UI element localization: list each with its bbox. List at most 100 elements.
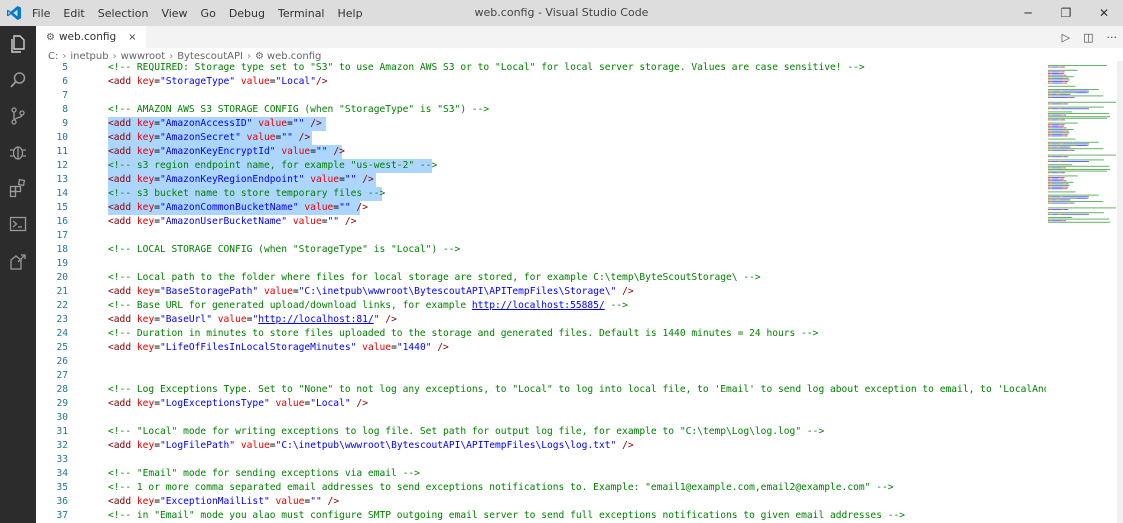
editor-actions: ▷ ◫ ··· [1049, 26, 1117, 48]
minimap-stroke [1052, 220, 1061, 222]
code-editor[interactable]: 5 <!-- REQUIRED: Storage type set to "S3"… [36, 61, 1046, 523]
code-line[interactable]: 13 <add key="AmazonKeyRegionEndpoint" val… [36, 173, 373, 187]
minimap-stroke [1050, 125, 1052, 127]
code-token: "BaseStoragePath" [160, 286, 259, 297]
minimap-stroke [1052, 93, 1057, 95]
minimap-stroke [1066, 135, 1068, 137]
code-line[interactable]: 29 <add key="LogExceptionsType" value="Lo… [36, 397, 368, 411]
minimap[interactable] [1046, 61, 1123, 261]
close-tab-icon[interactable]: × [128, 32, 136, 43]
run-icon[interactable]: ▷ [1062, 31, 1070, 44]
code-line[interactable]: 19 [36, 257, 68, 271]
minimap-stroke [1048, 167, 1051, 169]
code-token: <!-- "Email" mode for sending exceptions… [108, 468, 420, 479]
minimap-stroke [1062, 135, 1065, 137]
tab-web-config[interactable]: ⚙ web.config × [36, 26, 146, 48]
code-line[interactable]: 34 <!-- "Email" mode for sending exceptio… [36, 467, 419, 481]
menu-bar: File Edit Selection View Go Debug Termin… [32, 0, 376, 26]
minimap-stroke [1050, 66, 1052, 68]
code-line[interactable]: 31 <!-- "Local" mode for writing exceptio… [36, 425, 824, 439]
code-line[interactable]: 6 <add key="StorageType" value="Local"/> [36, 75, 327, 89]
close-window-button[interactable]: ✕ [1085, 0, 1123, 26]
minimap-stroke [1059, 93, 1069, 95]
minimap-stroke [1050, 143, 1052, 145]
minimap-stroke [1052, 133, 1063, 135]
minimap-stroke [1052, 114, 1061, 116]
code-line[interactable]: 17 [36, 229, 68, 243]
code-line[interactable]: 9 <add key="AmazonAccessID" value="" /> [36, 117, 322, 131]
menu-debug[interactable]: Debug [229, 7, 265, 20]
code-line[interactable]: 20 <!-- Local path to the folder where fi… [36, 271, 760, 285]
split-editor-icon[interactable]: ◫ [1083, 31, 1093, 44]
code-line[interactable]: 21 <add key="BaseStoragePath" value="C:\i… [36, 285, 633, 299]
code-line[interactable]: 25 <add key="LifeOfFilesInLocalStorageMin… [36, 341, 448, 355]
minimap-stroke [1061, 125, 1063, 127]
menu-view[interactable]: View [161, 7, 187, 20]
code-line[interactable]: 23 <add key="BaseUrl" value="http://local… [36, 313, 396, 327]
menu-file[interactable]: File [32, 7, 50, 20]
minimap-stroke [1048, 180, 1051, 182]
minimap-stroke [1065, 82, 1066, 84]
code-token: value [275, 496, 305, 507]
more-actions-icon[interactable]: ··· [1107, 31, 1118, 44]
minimap-stroke [1052, 125, 1059, 127]
minimap-stroke [1059, 199, 1069, 201]
menu-edit[interactable]: Edit [63, 7, 84, 20]
code-line[interactable]: 37 <!-- in "Email" mode you alao must con… [36, 509, 905, 523]
remote-icon[interactable] [8, 252, 28, 272]
debug-icon[interactable] [8, 142, 28, 162]
code-line[interactable]: 22 <!-- Base URL for generated upload/dow… [36, 299, 627, 313]
code-line[interactable]: 27 [36, 369, 68, 383]
menu-selection[interactable]: Selection [98, 7, 149, 20]
code-line[interactable]: 26 [36, 355, 68, 369]
menu-help[interactable]: Help [338, 7, 363, 20]
code-line[interactable]: 7 [36, 89, 68, 103]
vertical-scrollbar[interactable] [1117, 61, 1123, 523]
minimap-stroke [1067, 130, 1069, 132]
code-token: /> [315, 76, 328, 87]
code-line[interactable]: 33 [36, 453, 68, 467]
line-number: 13 [56, 174, 68, 185]
minimap-stroke [1048, 106, 1104, 108]
minimize-button[interactable]: ─ [1009, 0, 1047, 26]
code-line[interactable]: 8 <!-- AMAZON AWS S3 STORAGE CONFIG (when… [36, 103, 489, 117]
restore-button[interactable]: ❐ [1047, 0, 1085, 26]
minimap-stroke [1048, 221, 1111, 223]
code-token: "" [339, 202, 351, 213]
minimap-stroke [1048, 132, 1070, 134]
code-line[interactable]: 18 <!-- LOCAL STORAGE CONFIG (when "Stora… [36, 243, 460, 257]
code-line[interactable]: 5 <!-- REQUIRED: Storage type set to "S3"… [36, 61, 864, 75]
line-number: 10 [56, 132, 68, 143]
line-number: 22 [56, 300, 68, 311]
extensions-icon[interactable] [8, 178, 28, 198]
code-line[interactable]: 24 <!-- Duration in minutes to store file… [36, 327, 818, 341]
code-line[interactable]: 36 <add key="ExceptionMailList" value="" … [36, 495, 339, 509]
code-line[interactable]: 35 <!-- 1 or more comma separated email a… [36, 481, 893, 495]
minimap-stroke [1066, 133, 1069, 135]
minimap-stroke [1064, 127, 1066, 129]
line-number: 21 [56, 286, 68, 297]
code-line[interactable]: 30 [36, 411, 68, 425]
code-line[interactable]: 28 <!-- Log Exceptions Type. Set to "None… [36, 383, 1046, 397]
explorer-icon[interactable] [8, 34, 28, 54]
code-text: <!-- Local path to the folder where file… [108, 271, 761, 285]
minimap-stroke [1052, 81, 1063, 82]
code-line[interactable]: 12 <!-- s3 region endpoint name, for exam… [36, 159, 437, 173]
minimap-stroke [1050, 213, 1052, 215]
code-line[interactable]: 16 <add key="AmazonUserBucketName" value=… [36, 215, 356, 229]
code-token: "LogFilePath" [160, 440, 236, 451]
source-control-icon[interactable] [8, 106, 28, 126]
minimap-stroke [1050, 149, 1052, 151]
minimap-stroke [1048, 90, 1051, 92]
code-line[interactable]: 15 <add key="AmazonCommonBucketName" valu… [36, 201, 368, 215]
menu-go[interactable]: Go [201, 7, 216, 20]
code-line[interactable]: 14 <!-- s3 bucket name to store temporary… [36, 187, 385, 201]
search-icon[interactable] [8, 70, 28, 90]
code-line[interactable]: 10 <add key="AmazonSecret" value="" /> [36, 131, 310, 145]
code-line[interactable]: 11 <add key="AmazonKeyEncryptId" value=""… [36, 145, 344, 159]
code-line[interactable]: 32 <add key="LogFilePath" value="C:\inetp… [36, 439, 633, 453]
menu-terminal[interactable]: Terminal [278, 7, 325, 20]
minimap-stroke [1048, 66, 1051, 68]
terminal-icon[interactable] [8, 214, 28, 234]
minimap-stroke [1066, 188, 1068, 190]
